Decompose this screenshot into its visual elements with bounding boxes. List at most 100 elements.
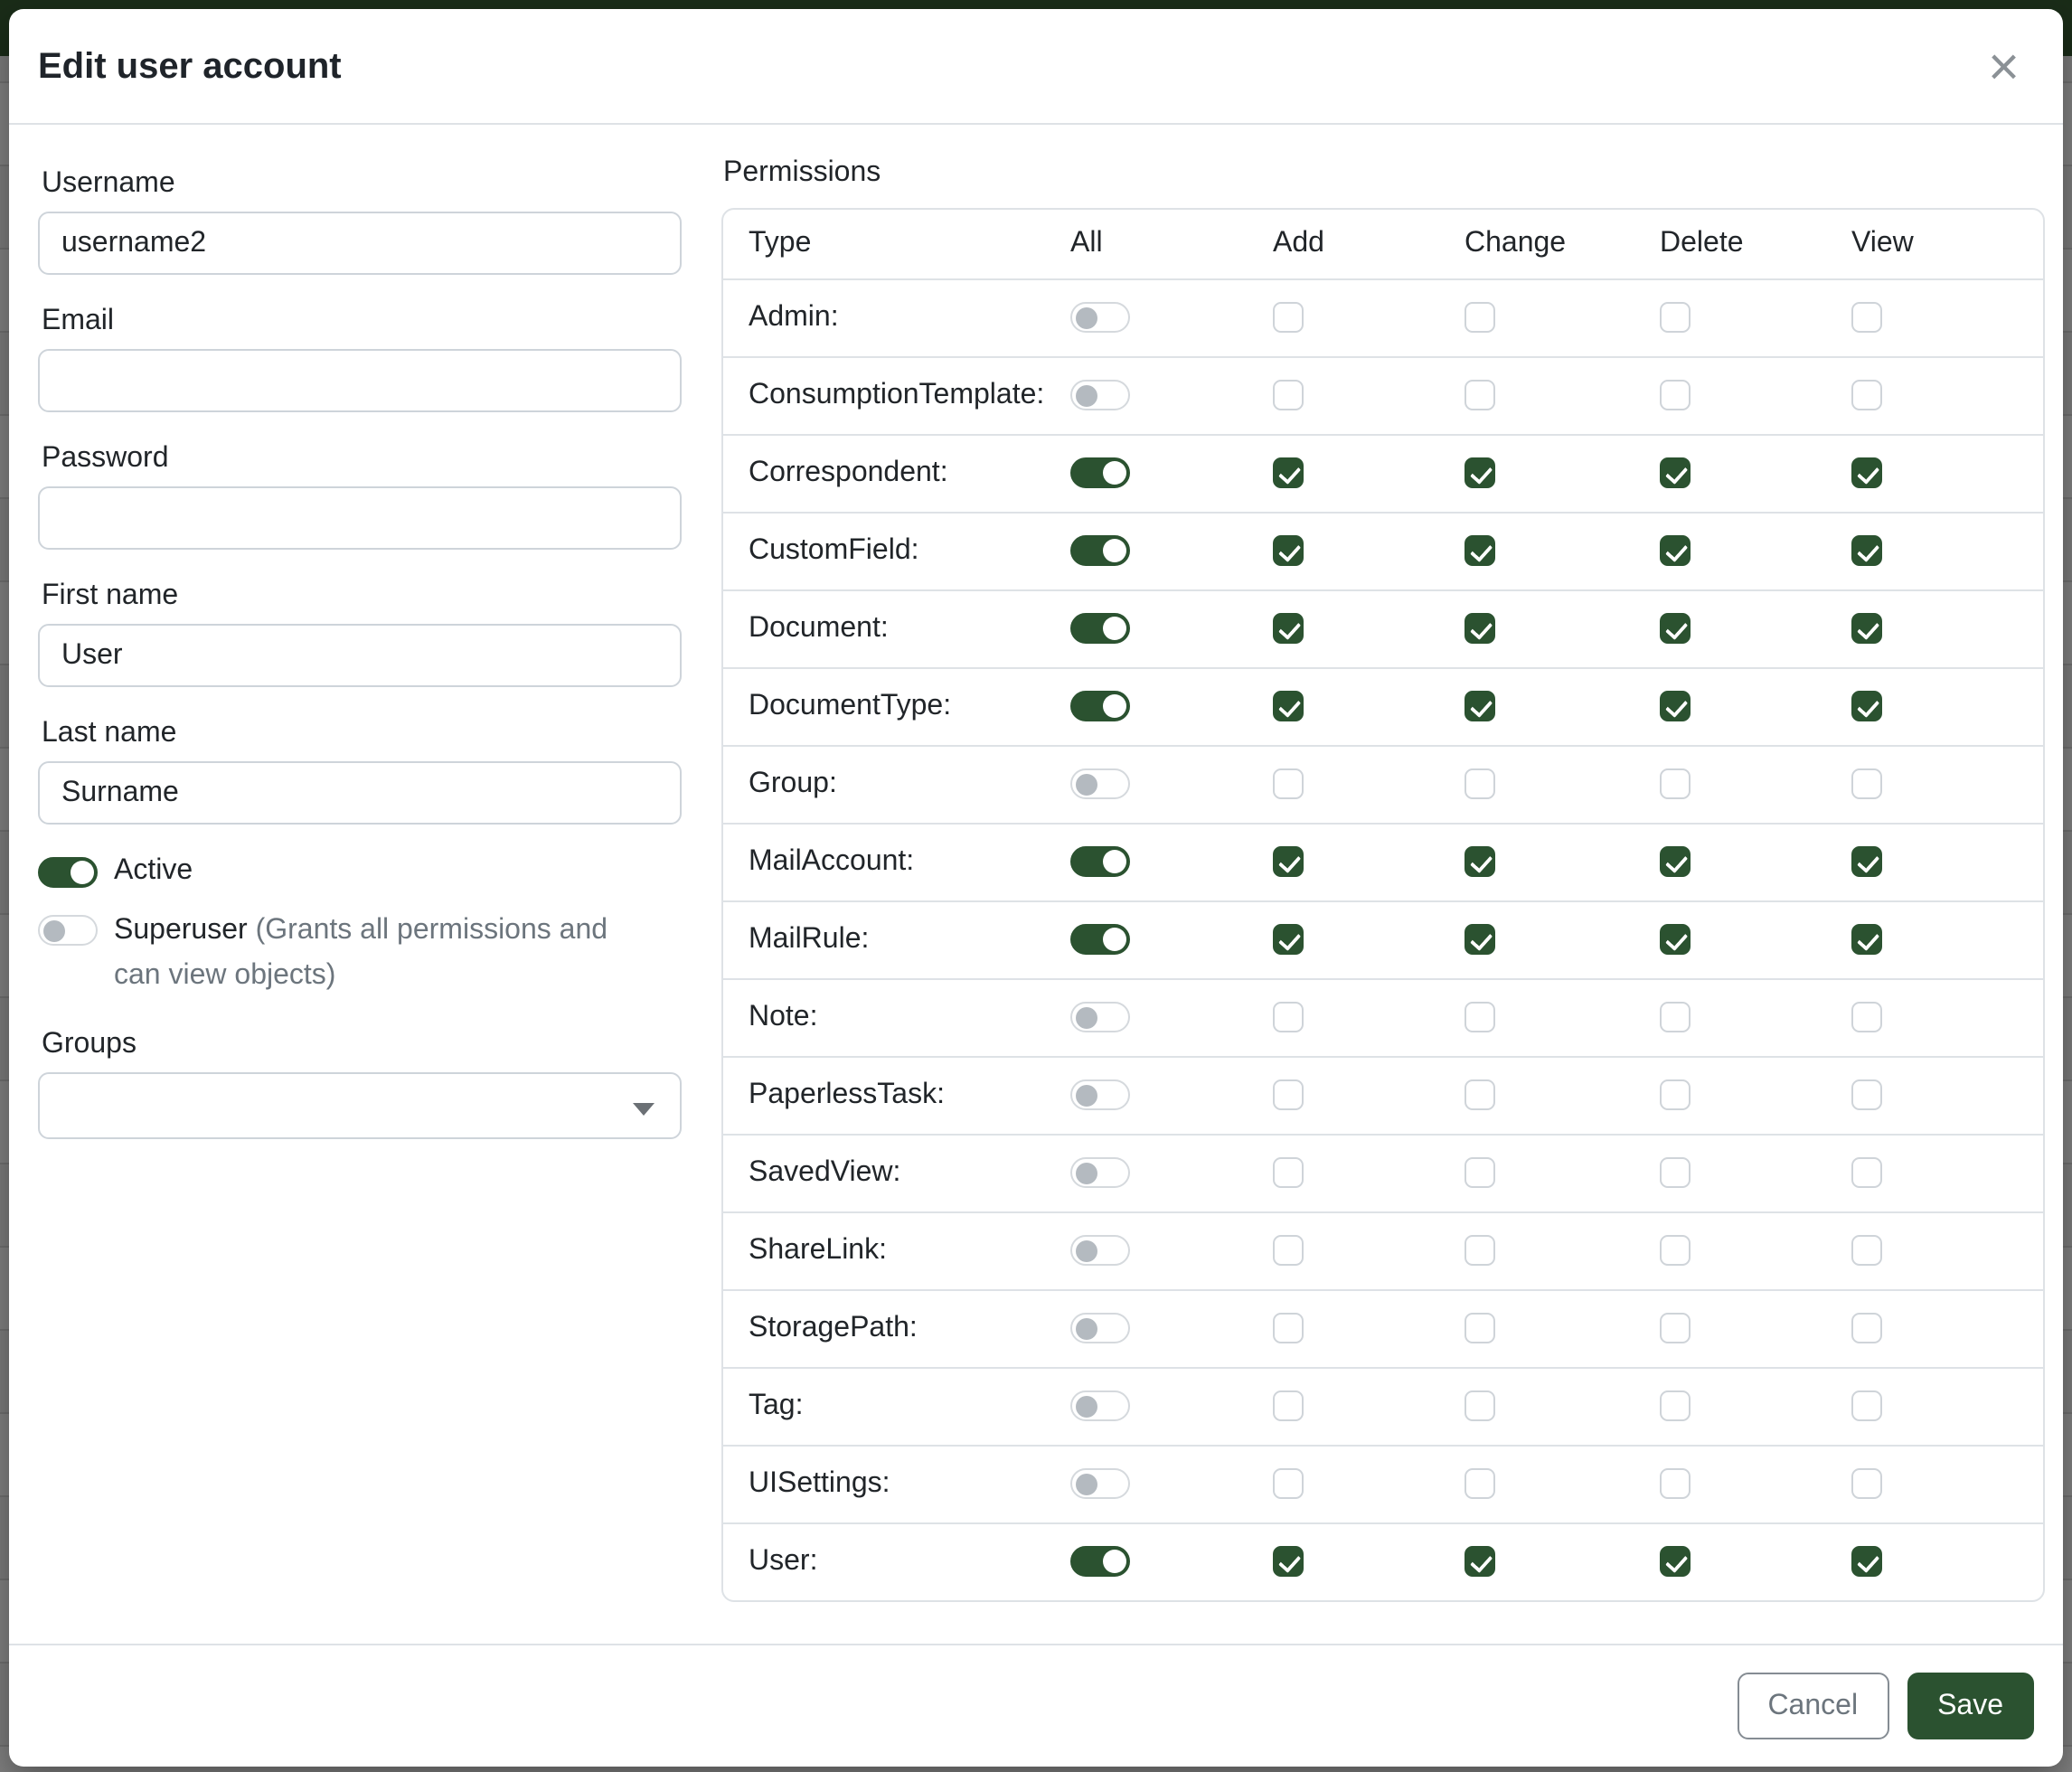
all-toggle[interactable] (1070, 1547, 1130, 1578)
all-toggle[interactable] (1070, 457, 1130, 488)
superuser-toggle[interactable] (38, 915, 98, 946)
view-checkbox[interactable] (1851, 613, 1882, 644)
view-checkbox[interactable] (1851, 1079, 1882, 1110)
active-toggle[interactable] (38, 856, 98, 887)
add-checkbox[interactable] (1273, 1547, 1304, 1578)
all-toggle[interactable] (1070, 1157, 1130, 1188)
all-toggle[interactable] (1070, 1390, 1130, 1421)
change-checkbox[interactable] (1465, 691, 1495, 721)
save-button[interactable]: Save (1907, 1673, 2034, 1739)
view-checkbox[interactable] (1851, 1390, 1882, 1421)
view-checkbox[interactable] (1851, 302, 1882, 333)
view-checkbox[interactable] (1851, 1468, 1882, 1499)
view-checkbox[interactable] (1851, 691, 1882, 721)
password-input[interactable] (38, 486, 682, 550)
delete-checkbox[interactable] (1660, 691, 1691, 721)
view-checkbox[interactable] (1851, 846, 1882, 877)
add-checkbox[interactable] (1273, 1468, 1304, 1499)
view-checkbox[interactable] (1851, 380, 1882, 410)
view-checkbox[interactable] (1851, 1157, 1882, 1188)
change-checkbox[interactable] (1465, 380, 1495, 410)
delete-checkbox[interactable] (1660, 1547, 1691, 1578)
view-checkbox[interactable] (1851, 1002, 1882, 1032)
change-checkbox[interactable] (1465, 613, 1495, 644)
all-toggle[interactable] (1070, 380, 1130, 410)
add-checkbox[interactable] (1273, 768, 1304, 799)
last-name-input[interactable] (38, 761, 682, 825)
change-checkbox[interactable] (1465, 768, 1495, 799)
view-checkbox[interactable] (1851, 457, 1882, 488)
active-row: Active (38, 855, 682, 888)
permission-type-label: MailRule: (723, 900, 1049, 978)
change-checkbox[interactable] (1465, 1235, 1495, 1266)
change-checkbox[interactable] (1465, 1547, 1495, 1578)
change-checkbox[interactable] (1465, 1002, 1495, 1032)
change-checkbox[interactable] (1465, 302, 1495, 333)
change-checkbox[interactable] (1465, 1390, 1495, 1421)
close-button[interactable]: × (1977, 49, 2030, 89)
delete-checkbox[interactable] (1660, 302, 1691, 333)
all-toggle[interactable] (1070, 1002, 1130, 1032)
change-checkbox[interactable] (1465, 457, 1495, 488)
all-toggle[interactable] (1070, 691, 1130, 721)
permission-type-label: SavedView: (723, 1134, 1049, 1211)
delete-checkbox[interactable] (1660, 1002, 1691, 1032)
view-checkbox[interactable] (1851, 1547, 1882, 1578)
delete-checkbox[interactable] (1660, 1390, 1691, 1421)
first-name-input[interactable] (38, 624, 682, 687)
change-checkbox[interactable] (1465, 846, 1495, 877)
delete-checkbox[interactable] (1660, 535, 1691, 566)
add-checkbox[interactable] (1273, 457, 1304, 488)
all-toggle[interactable] (1070, 535, 1130, 566)
all-toggle[interactable] (1070, 1235, 1130, 1266)
view-checkbox[interactable] (1851, 1235, 1882, 1266)
delete-checkbox[interactable] (1660, 1079, 1691, 1110)
view-checkbox[interactable] (1851, 535, 1882, 566)
cancel-button[interactable]: Cancel (1737, 1673, 1888, 1739)
delete-checkbox[interactable] (1660, 380, 1691, 410)
email-input[interactable] (38, 349, 682, 412)
delete-checkbox[interactable] (1660, 1468, 1691, 1499)
delete-checkbox[interactable] (1660, 924, 1691, 955)
add-checkbox[interactable] (1273, 1002, 1304, 1032)
view-checkbox[interactable] (1851, 1313, 1882, 1343)
add-checkbox[interactable] (1273, 1157, 1304, 1188)
add-checkbox[interactable] (1273, 846, 1304, 877)
delete-checkbox[interactable] (1660, 1235, 1691, 1266)
column-header-view: View (1830, 210, 2043, 278)
change-checkbox[interactable] (1465, 924, 1495, 955)
delete-checkbox[interactable] (1660, 768, 1691, 799)
change-checkbox[interactable] (1465, 1079, 1495, 1110)
username-input[interactable] (38, 212, 682, 275)
view-checkbox[interactable] (1851, 768, 1882, 799)
add-checkbox[interactable] (1273, 1390, 1304, 1421)
add-checkbox[interactable] (1273, 535, 1304, 566)
change-checkbox[interactable] (1465, 535, 1495, 566)
change-checkbox[interactable] (1465, 1157, 1495, 1188)
all-toggle[interactable] (1070, 613, 1130, 644)
add-checkbox[interactable] (1273, 302, 1304, 333)
change-checkbox[interactable] (1465, 1468, 1495, 1499)
all-toggle[interactable] (1070, 1079, 1130, 1110)
delete-checkbox[interactable] (1660, 846, 1691, 877)
add-checkbox[interactable] (1273, 380, 1304, 410)
all-toggle[interactable] (1070, 1313, 1130, 1343)
delete-checkbox[interactable] (1660, 613, 1691, 644)
add-checkbox[interactable] (1273, 613, 1304, 644)
all-toggle[interactable] (1070, 1468, 1130, 1499)
all-toggle[interactable] (1070, 846, 1130, 877)
change-checkbox[interactable] (1465, 1313, 1495, 1343)
add-checkbox[interactable] (1273, 1235, 1304, 1266)
all-toggle[interactable] (1070, 302, 1130, 333)
view-checkbox[interactable] (1851, 924, 1882, 955)
delete-checkbox[interactable] (1660, 1157, 1691, 1188)
all-toggle[interactable] (1070, 768, 1130, 799)
delete-checkbox[interactable] (1660, 457, 1691, 488)
add-checkbox[interactable] (1273, 1079, 1304, 1110)
add-checkbox[interactable] (1273, 1313, 1304, 1343)
all-toggle[interactable] (1070, 924, 1130, 955)
delete-checkbox[interactable] (1660, 1313, 1691, 1343)
add-checkbox[interactable] (1273, 924, 1304, 955)
add-checkbox[interactable] (1273, 691, 1304, 721)
groups-select[interactable] (38, 1071, 682, 1138)
